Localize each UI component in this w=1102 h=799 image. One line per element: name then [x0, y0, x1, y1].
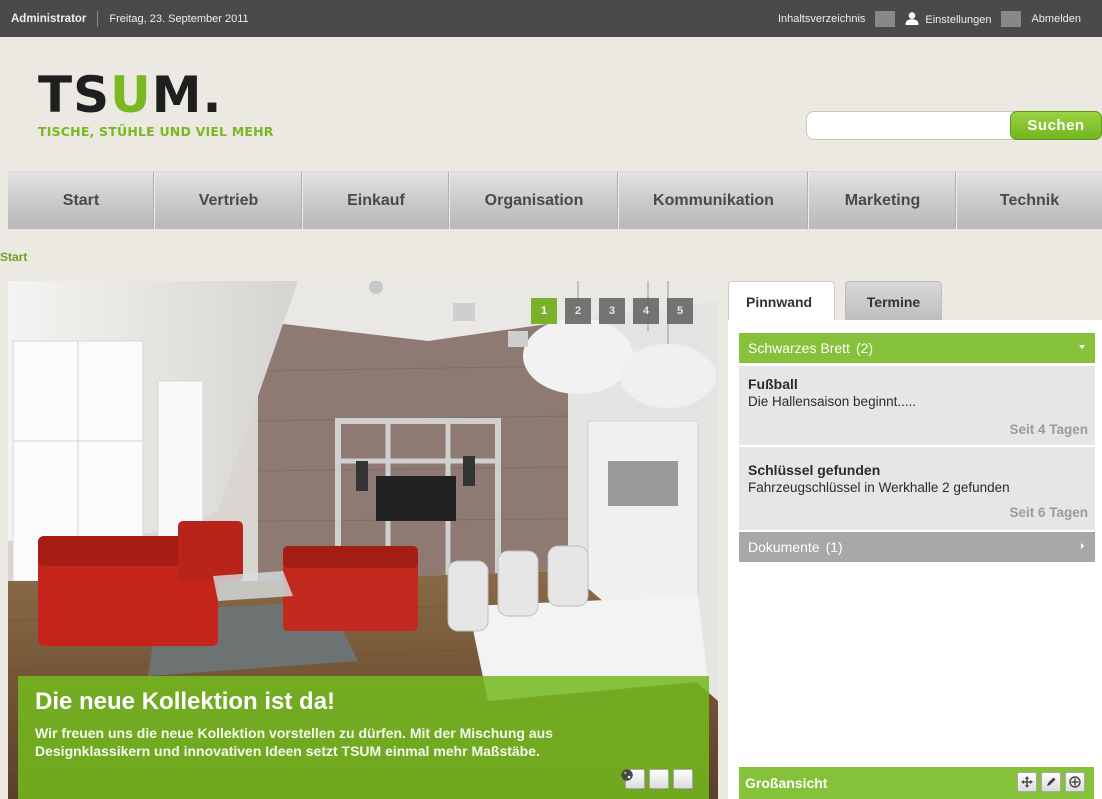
large-view-bar[interactable]: Großansicht [739, 767, 1094, 799]
main-nav: Start Vertrieb Einkauf Organisation Komm… [8, 171, 1102, 229]
board-title: Schwarzes Brett [748, 340, 850, 356]
nav-item-organisation[interactable]: Organisation [450, 172, 619, 229]
chevron-right-icon [1081, 543, 1084, 549]
top-bar: Administrator Freitag, 23. September 201… [0, 0, 1102, 37]
documents-count: (1) [825, 539, 843, 555]
board-entry[interactable]: Fußball Die Hallensaison beginnt..... Se… [739, 366, 1095, 445]
nav-item-kommunikation[interactable]: Kommunikation [619, 172, 809, 229]
pinnwand-panel: Schwarzes Brett (2) Fußball Die Hallensa… [728, 320, 1102, 799]
divider [1001, 10, 1022, 27]
pencil-icon [1047, 777, 1056, 786]
logo[interactable]: TSUM. TISCHE, STÜHLE UND VIEL MEHR [38, 70, 274, 139]
search-button[interactable]: Suchen [1010, 111, 1102, 140]
plus-circle-icon [621, 769, 633, 781]
nav-item-vertrieb[interactable]: Vertrieb [155, 172, 303, 229]
entry-age: Seit 6 Tagen [1009, 505, 1088, 520]
search-input[interactable] [806, 111, 1026, 140]
add-button[interactable] [621, 769, 693, 789]
large-view-label: Großansicht [745, 775, 828, 791]
documents-title: Dokumente [748, 539, 820, 555]
board-entry[interactable]: Schlüssel gefunden Fahrzeugschlüssel in … [739, 447, 1095, 530]
hero-tools [621, 769, 693, 789]
tab-termine[interactable]: Termine [845, 281, 942, 321]
chevron-down-icon [1079, 345, 1085, 349]
nav-item-technik[interactable]: Technik [957, 172, 1102, 229]
entry-text: Fahrzeugschlüssel in Werkhalle 2 gefunde… [748, 480, 1010, 495]
nav-item-einkauf[interactable]: Einkauf [303, 172, 450, 229]
add-button[interactable] [1065, 772, 1085, 792]
logo-wordmark: TSUM. [38, 66, 223, 124]
large-view-tools [1013, 772, 1085, 792]
hero-text: Wir freuen uns die neue Kollektion vorst… [35, 725, 553, 759]
user-icon [905, 11, 919, 25]
move-button[interactable] [1017, 772, 1037, 792]
slider-page-4[interactable]: 4 [633, 298, 659, 324]
hero-caption: Die neue Kollektion ist da! Wir freuen u… [18, 676, 709, 799]
documents-section-header[interactable]: Dokumente (1) [739, 532, 1095, 562]
settings-link[interactable]: Einstellungen [895, 11, 1001, 26]
board-count: (2) [855, 340, 874, 356]
nav-item-start[interactable]: Start [8, 172, 155, 229]
table-of-contents-link[interactable]: Inhaltsverzeichnis [778, 13, 875, 25]
hero-slider: 1 2 3 4 5 Die neue Kollektion ist da! Wi… [8, 281, 718, 799]
logo-tagline: TISCHE, STÜHLE UND VIEL MEHR [38, 124, 274, 139]
current-date: Freitag, 23. September 2011 [109, 12, 249, 25]
entry-age: Seit 4 Tagen [1009, 422, 1088, 437]
board-section-header[interactable]: Schwarzes Brett (2) [739, 333, 1095, 363]
edit-button[interactable] [1041, 772, 1061, 792]
edit-button[interactable] [623, 769, 669, 789]
logout-link[interactable]: Abmelden [1021, 13, 1091, 25]
breadcrumb[interactable]: Start [0, 250, 27, 264]
entry-title: Schlüssel gefunden [748, 462, 881, 478]
slider-page-1[interactable]: 1 [531, 298, 557, 324]
search-box: Suchen [806, 111, 1102, 140]
move-icon [1021, 776, 1033, 788]
hero-headline: Die neue Kollektion ist da! [35, 688, 336, 715]
slider-page-3[interactable]: 3 [599, 298, 625, 324]
plus-circle-icon [1069, 776, 1081, 788]
slider-page-2[interactable]: 2 [565, 298, 591, 324]
slider-pagination: 1 2 3 4 5 [531, 298, 701, 324]
slider-page-5[interactable]: 5 [667, 298, 693, 324]
entry-text: Die Hallensaison beginnt..... [748, 394, 917, 409]
panel-tabs: Pinnwand Termine [728, 281, 952, 321]
entry-title: Fußball [748, 376, 798, 392]
divider [875, 10, 896, 27]
tab-pinnwand[interactable]: Pinnwand [728, 281, 835, 321]
nav-item-marketing[interactable]: Marketing [809, 172, 957, 229]
settings-link-label: Einstellungen [925, 13, 992, 26]
user-name: Administrator [11, 12, 87, 25]
